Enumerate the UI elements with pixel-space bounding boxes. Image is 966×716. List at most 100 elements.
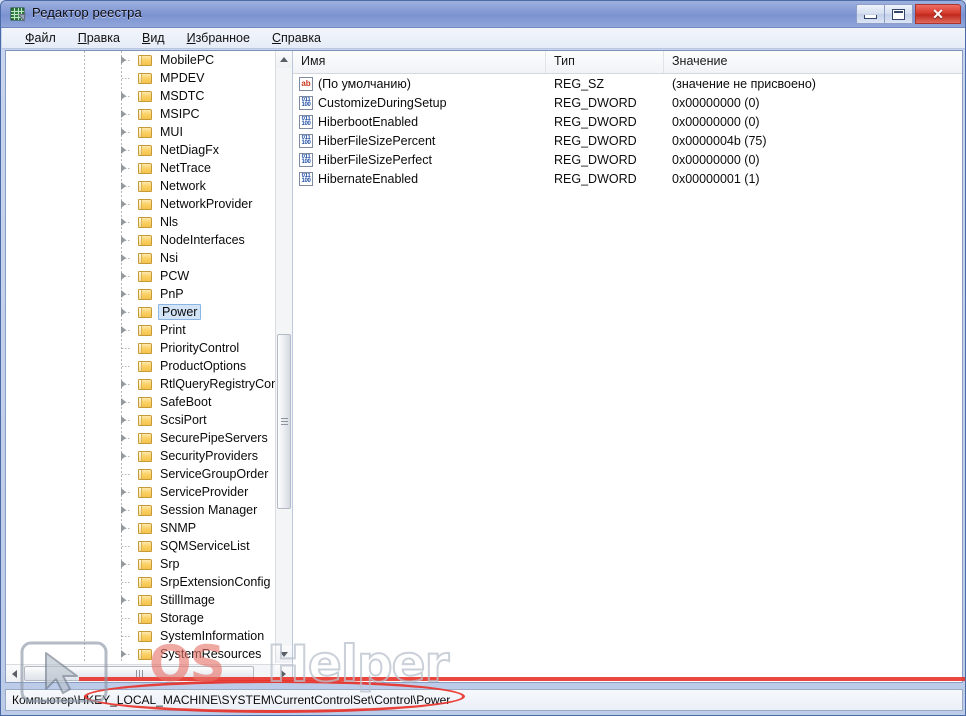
tree-node-network[interactable]: Network [6, 177, 276, 195]
tree-node-label: SecurityProviders [160, 449, 258, 463]
menu-edit[interactable]: Правка [67, 29, 131, 47]
tree-node-power[interactable]: Power [6, 303, 276, 321]
scroll-left-button[interactable] [6, 665, 23, 682]
tree-node-msipc[interactable]: MSIPC [6, 105, 276, 123]
expand-arrow-icon[interactable] [119, 181, 128, 191]
expand-arrow-icon[interactable] [119, 217, 128, 227]
expand-arrow-icon[interactable] [119, 649, 128, 659]
tree-leaf-spacer [119, 614, 128, 623]
maximize-button[interactable] [884, 4, 913, 24]
tree-node-systemresources[interactable]: SystemResources [6, 645, 276, 663]
expand-arrow-icon[interactable] [119, 559, 128, 569]
tree-node-productoptions[interactable]: ProductOptions [6, 357, 276, 375]
triangle-left-icon [12, 669, 17, 678]
tree-node-srpextensionconfig[interactable]: SrpExtensionConfig [6, 573, 276, 591]
tree-node-nettrace[interactable]: NetTrace [6, 159, 276, 177]
tree-node-label: ServiceGroupOrder [160, 467, 269, 481]
tree-node-print[interactable]: Print [6, 321, 276, 339]
tree-node-systeminformation[interactable]: SystemInformation [6, 627, 276, 645]
close-button[interactable]: ✕ [915, 4, 961, 24]
tree-node-snmp[interactable]: SNMP [6, 519, 276, 537]
tree-node-storage[interactable]: Storage [6, 609, 276, 627]
expand-arrow-icon[interactable] [119, 91, 128, 101]
scrollbar-thumb[interactable] [277, 334, 291, 509]
tree-node-label: ServiceProvider [160, 485, 249, 499]
menu-favorites[interactable]: Избранное [176, 29, 261, 47]
expand-arrow-icon[interactable] [119, 397, 128, 407]
tree-node-securityproviders[interactable]: SecurityProviders [6, 447, 276, 465]
folder-icon [138, 90, 153, 103]
grip-icon [280, 418, 288, 425]
tree-node-mpdev[interactable]: MPDEV [6, 69, 276, 87]
tree-node-srp[interactable]: Srp [6, 555, 276, 573]
tree-node-mui[interactable]: MUI [6, 123, 276, 141]
tree-node-sqmservicelist[interactable]: SQMServiceList [6, 537, 276, 555]
menu-file[interactable]: Файл [14, 29, 67, 47]
folder-icon [138, 252, 153, 265]
tree-node-mobilepc[interactable]: MobilePC [6, 51, 276, 69]
tree-node-pnp[interactable]: PnP [6, 285, 276, 303]
expand-arrow-icon[interactable] [119, 307, 128, 317]
value-row[interactable]: 011 100 HibernateEnabled REG_DWORD 0x0000000… [293, 169, 962, 188]
expand-arrow-icon[interactable] [119, 199, 128, 209]
value-name: HiberFileSizePercent [318, 133, 436, 148]
scroll-up-button[interactable] [276, 51, 292, 68]
expand-arrow-icon[interactable] [119, 505, 128, 515]
tree-node-stillimage[interactable]: StillImage [6, 591, 276, 609]
expand-arrow-icon[interactable] [119, 55, 128, 65]
minimize-button[interactable] [856, 4, 885, 24]
tree-node-list: MobilePC MPDEV MSDTC MSIPC MUI NetDiagFx NetTr… [6, 51, 276, 663]
expand-arrow-icon[interactable] [119, 595, 128, 605]
value-row[interactable]: ab (По умолчанию) REG_SZ (значение не присв… [293, 74, 962, 93]
expand-arrow-icon[interactable] [119, 433, 128, 443]
expand-arrow-icon[interactable] [119, 379, 128, 389]
column-header-name[interactable]: Имя [293, 51, 546, 73]
expand-arrow-icon[interactable] [119, 415, 128, 425]
tree-node-servicegrouporder[interactable]: ServiceGroupOrder [6, 465, 276, 483]
tree-vertical-scrollbar[interactable] [275, 51, 292, 663]
expand-arrow-icon[interactable] [119, 145, 128, 155]
registry-tree-pane[interactable]: MobilePC MPDEV MSDTC MSIPC MUI NetDiagFx NetTr… [6, 51, 293, 682]
tree-node-serviceprovider[interactable]: ServiceProvider [6, 483, 276, 501]
tree-node-label: SrpExtensionConfig [160, 575, 271, 589]
menu-view[interactable]: Вид [131, 29, 176, 47]
tree-node-prioritycontrol[interactable]: PriorityControl [6, 339, 276, 357]
value-row[interactable]: 011 100 HiberbootEnabled REG_DWORD 0x0000000… [293, 112, 962, 131]
expand-arrow-icon[interactable] [119, 253, 128, 263]
tree-node-safeboot[interactable]: SafeBoot [6, 393, 276, 411]
menu-help[interactable]: Справка [261, 29, 332, 47]
tree-node-scsiport[interactable]: ScsiPort [6, 411, 276, 429]
value-row[interactable]: 011 100 CustomizeDuringSetup REG_DWORD 0x000… [293, 93, 962, 112]
tree-node-rtlqueryregistryconfig[interactable]: RtlQueryRegistryConfig [6, 375, 276, 393]
expand-arrow-icon[interactable] [119, 451, 128, 461]
value-name-cell: 011 100 CustomizeDuringSetup [293, 95, 546, 110]
tree-node-nodeinterfaces[interactable]: NodeInterfaces [6, 231, 276, 249]
tree-node-netdiagfx[interactable]: NetDiagFx [6, 141, 276, 159]
expand-arrow-icon[interactable] [119, 271, 128, 281]
expand-arrow-icon[interactable] [119, 523, 128, 533]
value-row[interactable]: 011 100 HiberFileSizePercent REG_DWORD 0x000… [293, 131, 962, 150]
folder-icon [138, 378, 153, 391]
value-row[interactable]: 011 100 HiberFileSizePerfect REG_DWORD 0x000… [293, 150, 962, 169]
tree-node-securepipeservers[interactable]: SecurePipeServers [6, 429, 276, 447]
expand-arrow-icon[interactable] [119, 127, 128, 137]
expand-arrow-icon[interactable] [119, 109, 128, 119]
expand-arrow-icon[interactable] [119, 325, 128, 335]
expand-arrow-icon[interactable] [119, 487, 128, 497]
folder-icon [138, 198, 153, 211]
tree-node-networkprovider[interactable]: NetworkProvider [6, 195, 276, 213]
scroll-down-button[interactable] [276, 646, 292, 663]
tree-node-nsi[interactable]: Nsi [6, 249, 276, 267]
tree-node-nls[interactable]: Nls [6, 213, 276, 231]
title-bar[interactable]: Редактор реестра ✕ [1, 1, 965, 28]
expand-arrow-icon[interactable] [119, 235, 128, 245]
expand-arrow-icon[interactable] [119, 289, 128, 299]
dword-value-icon: 011 100 [299, 114, 313, 129]
tree-node-session-manager[interactable]: Session Manager [6, 501, 276, 519]
expand-arrow-icon[interactable] [119, 163, 128, 173]
tree-node-msdtc[interactable]: MSDTC [6, 87, 276, 105]
column-header-type[interactable]: Тип [546, 51, 664, 73]
column-header-value[interactable]: Значение [664, 51, 962, 73]
registry-values-pane[interactable]: Имя Тип Значение ab (По умолчанию) REG_SZ (… [293, 51, 962, 682]
tree-node-pcw[interactable]: PCW [6, 267, 276, 285]
